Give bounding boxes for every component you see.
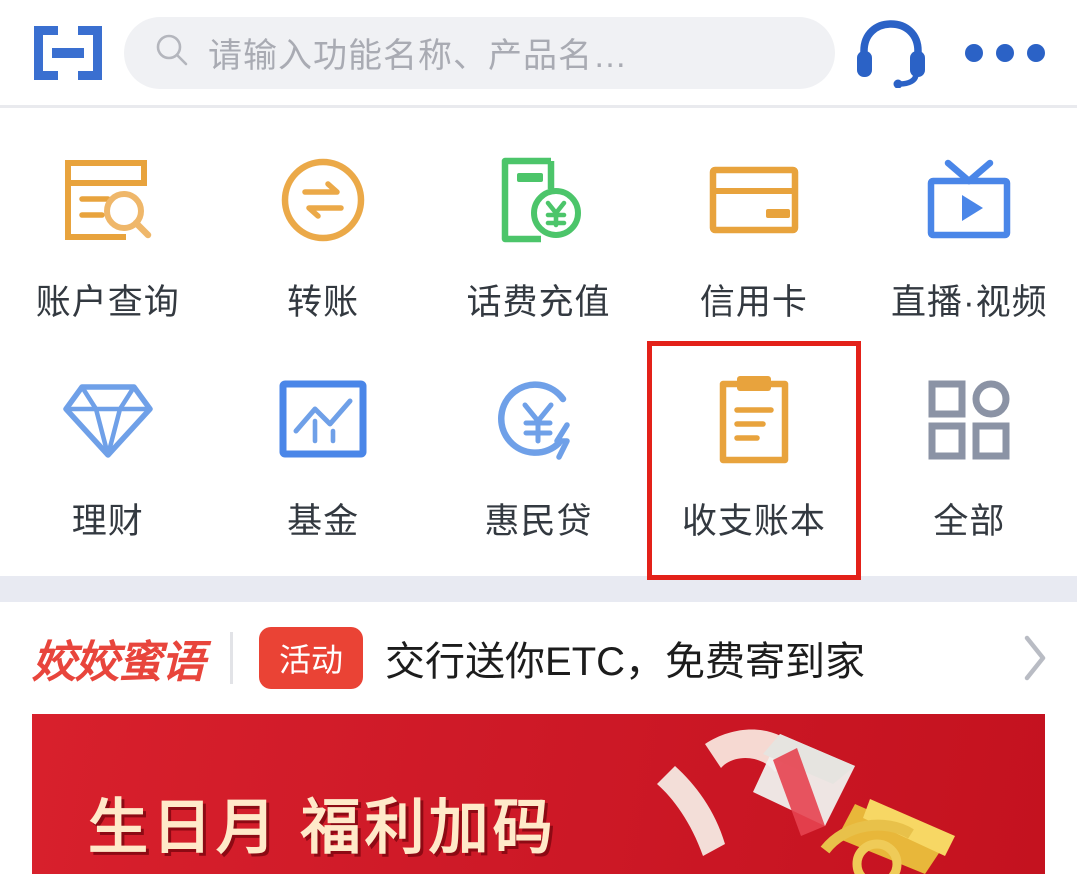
- grid-item-all[interactable]: 全部: [862, 357, 1077, 554]
- quick-actions-grid: 账户查询 转账 话费充值 信用卡 直播·视频 理财 基金 惠民贷 收支账本 全部: [0, 108, 1077, 580]
- all-apps-icon: [926, 371, 1012, 467]
- promo-badge: 活动: [259, 627, 364, 689]
- grid-item-fund[interactable]: 基金: [215, 357, 430, 554]
- grid-item-ledger[interactable]: 收支账本: [646, 341, 861, 580]
- loan-yuan-icon: [493, 371, 585, 467]
- grid-item-label: 话费充值: [466, 283, 611, 322]
- grid-item-credit-card[interactable]: 信用卡: [646, 138, 861, 335]
- grid-item-transfer[interactable]: 转账: [215, 138, 430, 335]
- fund-chart-icon: [278, 371, 368, 467]
- search-placeholder: 请输入功能名称、产品名…: [208, 37, 628, 75]
- ledger-clipboard-icon: [713, 371, 795, 467]
- transfer-icon: [279, 152, 367, 248]
- search-input[interactable]: 请输入功能名称、产品名…: [124, 16, 835, 89]
- grid-row-1: 账户查询 转账 话费充值 信用卡 直播·视频: [0, 138, 1077, 335]
- grid-item-live-video[interactable]: 直播·视频: [862, 138, 1077, 335]
- grid-item-label: 账户查询: [35, 283, 180, 322]
- grid-item-phone-recharge[interactable]: 话费充值: [431, 138, 646, 335]
- account-query-icon: [62, 152, 154, 248]
- grid-item-label: 转账: [287, 283, 360, 322]
- promo-banner-wrapper: 生日月 福利加码: [0, 714, 1077, 874]
- dot-2: [996, 43, 1014, 62]
- bank-bracket-logo[interactable]: [26, 20, 110, 86]
- banner-artwork: [657, 729, 955, 874]
- grid-item-label: 信用卡: [699, 283, 808, 322]
- dot-3: [1027, 43, 1045, 62]
- headset-icon[interactable]: [853, 18, 929, 88]
- promo-row[interactable]: 姣姣蜜语 活动 交行送你ETC，免费寄到家: [0, 602, 1077, 714]
- grid-row-2: 理财 基金 惠民贷 收支账本 全部: [0, 341, 1077, 580]
- promo-text: 交行送你ETC，免费寄到家: [385, 640, 866, 684]
- grid-item-label: 全部: [933, 502, 1006, 541]
- grid-item-label: 基金: [287, 502, 360, 541]
- more-dots-icon[interactable]: [959, 43, 1051, 62]
- wealth-diamond-icon: [60, 371, 156, 467]
- live-video-icon: [922, 152, 1016, 248]
- section-separator: [0, 576, 1077, 602]
- chevron-right-icon[interactable]: [1009, 633, 1049, 683]
- phone-recharge-icon: [495, 152, 583, 248]
- birthday-promo-banner[interactable]: 生日月 福利加码: [32, 714, 1045, 874]
- grid-item-label: 惠民贷: [484, 502, 593, 541]
- dot-1: [965, 43, 983, 62]
- banner-title: 生日月 福利加码: [88, 794, 557, 861]
- grid-item-label: 理财: [71, 502, 144, 541]
- grid-item-account-query[interactable]: 账户查询: [0, 138, 215, 335]
- grid-item-wealth[interactable]: 理财: [0, 357, 215, 554]
- promo-divider: [230, 632, 233, 684]
- search-icon: [154, 32, 190, 73]
- credit-card-icon: [708, 152, 800, 248]
- grid-item-label: 收支账本: [681, 502, 826, 541]
- app-header: 请输入功能名称、产品名…: [0, 0, 1077, 108]
- promo-brand: 姣姣蜜语: [32, 638, 205, 687]
- bank-bracket-logo-svg: [34, 25, 102, 80]
- grid-item-label: 直播·视频: [891, 283, 1048, 322]
- grid-item-loan[interactable]: 惠民贷: [431, 357, 646, 554]
